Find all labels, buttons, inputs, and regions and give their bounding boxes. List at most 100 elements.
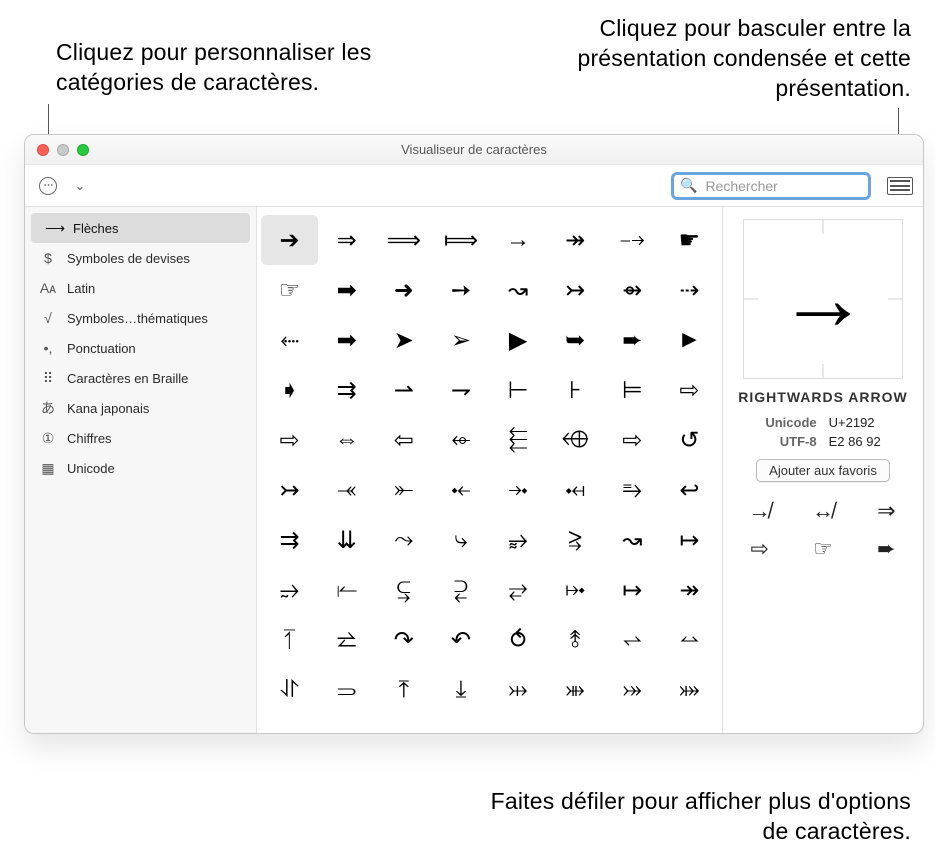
character-cell[interactable]: ▶	[490, 315, 547, 365]
character-cell[interactable]: ☞	[261, 265, 318, 315]
character-cell[interactable]: ⇴	[604, 265, 661, 315]
character-cell[interactable]: →	[490, 215, 547, 265]
variant-glyph[interactable]: ☞	[802, 536, 843, 562]
character-cell[interactable]: ➥	[547, 315, 604, 365]
sidebar-item-3[interactable]: √Symboles…thématiques	[25, 303, 256, 333]
character-cell[interactable]: ⇔	[318, 415, 375, 465]
character-cell[interactable]: ⇒	[318, 215, 375, 265]
character-cell[interactable]: ⊨	[604, 365, 661, 415]
sidebar-item-0[interactable]: ⟶Flèches	[31, 213, 250, 243]
character-cell[interactable]: ⥘	[261, 615, 318, 665]
character-cell[interactable]: ⇨	[261, 415, 318, 465]
category-menu-button[interactable]: ⌄	[67, 174, 93, 198]
character-cell[interactable]: ⥰	[318, 665, 375, 715]
character-cell[interactable]: ⤒	[375, 665, 432, 715]
variant-glyph[interactable]: ⇒	[866, 498, 907, 524]
character-cell[interactable]: ⥸	[547, 515, 604, 565]
character-cell[interactable]: ⤟	[547, 465, 604, 515]
sidebar-item-6[interactable]: あKana japonais	[25, 393, 256, 423]
character-cell[interactable]: ↷	[375, 615, 432, 665]
character-cell[interactable]: ⥨	[318, 615, 375, 665]
character-cell[interactable]: ↠	[661, 565, 718, 615]
sidebar-item-1[interactable]: $Symboles de devises	[25, 243, 256, 273]
character-grid[interactable]: ➔⇒⟹⟾→↠⤍☛☞➡➜➙↝↣⇴⇢⬸➡➤➢▶➥➨►➧⇉⇀⇁⊢⊦⊨⇨⇨⇔⇦⬰⬱⬲⇨↺…	[257, 207, 722, 733]
character-cell[interactable]: ⇉	[261, 515, 318, 565]
character-cell[interactable]: ↦	[661, 515, 718, 565]
character-cell[interactable]: ➢	[432, 315, 489, 365]
character-cell[interactable]: ↩	[661, 465, 718, 515]
character-cell[interactable]: ⤷	[432, 515, 489, 565]
character-cell[interactable]: ➜	[375, 265, 432, 315]
character-cell[interactable]: ⥻	[432, 565, 489, 615]
character-cell[interactable]: ⇦	[375, 415, 432, 465]
minimize-button[interactable]	[57, 144, 69, 156]
sidebar-item-4[interactable]: •,Ponctuation	[25, 333, 256, 363]
search-input[interactable]	[703, 177, 888, 195]
character-cell[interactable]: ➧	[261, 365, 318, 415]
character-cell[interactable]: ⇁	[432, 365, 489, 415]
variant-glyph[interactable]: ➨	[866, 536, 907, 562]
customize-categories-button[interactable]: ⋯	[35, 174, 61, 198]
character-cell[interactable]: ⤍	[604, 215, 661, 265]
character-cell[interactable]: ⬸	[261, 315, 318, 365]
character-cell[interactable]: ↝	[490, 265, 547, 315]
character-cell[interactable]: ⇢	[661, 265, 718, 315]
character-cell[interactable]: ⥒	[318, 565, 375, 615]
character-cell[interactable]: ►	[661, 315, 718, 365]
character-cell[interactable]: ☛	[661, 215, 718, 265]
sidebar-item-8[interactable]: ▦Unicode	[25, 453, 256, 483]
sidebar-item-5[interactable]: ⠿Caractères en Braille	[25, 363, 256, 393]
character-cell[interactable]: ⥋	[604, 615, 661, 665]
character-cell[interactable]: ⥱	[604, 465, 661, 515]
character-cell[interactable]: ⊢	[490, 365, 547, 415]
character-cell[interactable]: ⤝	[432, 465, 489, 515]
character-cell[interactable]: ↠	[547, 215, 604, 265]
character-cell[interactable]: ⤕	[547, 665, 604, 715]
character-cell[interactable]: ⥎	[661, 615, 718, 665]
character-cell[interactable]: ↣	[547, 265, 604, 315]
toggle-view-button[interactable]	[887, 174, 913, 198]
character-cell[interactable]: ↝	[604, 515, 661, 565]
character-cell[interactable]: ⥂	[490, 565, 547, 615]
close-button[interactable]	[37, 144, 49, 156]
search-field-wrap[interactable]: 🔍	[671, 172, 871, 200]
add-to-favorites-button[interactable]: Ajouter aux favoris	[756, 459, 890, 482]
character-cell[interactable]: ⬱	[490, 415, 547, 465]
character-cell[interactable]: ➔	[261, 215, 318, 265]
character-cell[interactable]: ⇨	[661, 365, 718, 415]
character-cell[interactable]: ➡	[318, 315, 375, 365]
character-cell[interactable]: ⥵	[490, 515, 547, 565]
character-cell[interactable]: ⤗	[661, 665, 718, 715]
character-cell[interactable]: ⤳	[375, 515, 432, 565]
character-cell[interactable]: ⥯	[261, 665, 318, 715]
character-cell[interactable]: ⥉	[547, 615, 604, 665]
character-cell[interactable]: ⇀	[375, 365, 432, 415]
character-cell[interactable]: ➨	[604, 315, 661, 365]
character-cell[interactable]: ⥴	[261, 565, 318, 615]
character-cell[interactable]: ↣	[261, 465, 318, 515]
sidebar-item-2[interactable]: AᴀLatin	[25, 273, 256, 303]
character-cell[interactable]: ⤛	[318, 465, 375, 515]
character-cell[interactable]: ⤜	[375, 465, 432, 515]
character-cell[interactable]: ⥹	[375, 565, 432, 615]
character-cell[interactable]: ⊦	[547, 365, 604, 415]
character-cell[interactable]: ⬲	[547, 415, 604, 465]
variant-glyph[interactable]: ↛	[739, 498, 780, 524]
character-cell[interactable]: ⤖	[604, 665, 661, 715]
character-cell[interactable]: ⤓	[432, 665, 489, 715]
character-cell[interactable]: ⇉	[318, 365, 375, 415]
variant-glyph[interactable]: ⇨	[739, 536, 780, 562]
character-cell[interactable]: ⟾	[432, 215, 489, 265]
zoom-button[interactable]	[77, 144, 89, 156]
character-cell[interactable]: ↦	[604, 565, 661, 615]
character-cell[interactable]: ⤠	[547, 565, 604, 615]
character-cell[interactable]: ➤	[375, 315, 432, 365]
character-cell[interactable]: ⇊	[318, 515, 375, 565]
variant-glyph[interactable]: ↮	[802, 498, 843, 524]
sidebar-item-7[interactable]: ①Chiffres	[25, 423, 256, 453]
character-cell[interactable]: ⬰	[432, 415, 489, 465]
character-cell[interactable]: ⟹	[375, 215, 432, 265]
character-cell[interactable]: ⥀	[490, 615, 547, 665]
character-cell[interactable]: ↶	[432, 615, 489, 665]
character-cell[interactable]: ⤔	[490, 665, 547, 715]
